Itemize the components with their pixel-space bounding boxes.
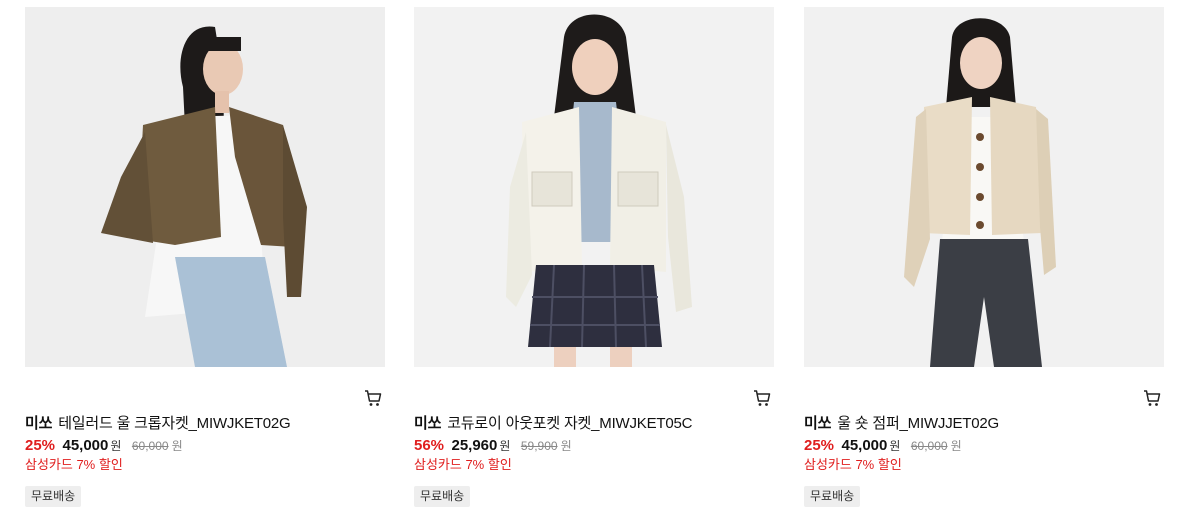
- free-shipping-badge: 무료배송: [25, 486, 82, 507]
- brand-name: 미쏘: [25, 415, 53, 432]
- product-title[interactable]: 미쏘 코듀로이 아웃포켓 자켓_MIWJKET05C: [414, 415, 774, 433]
- free-shipping-badge: 무료배송: [804, 486, 861, 507]
- brand-name: 미쏘: [414, 415, 442, 432]
- original-price-unit: 원: [950, 439, 962, 453]
- original-price: 59,900: [520, 439, 558, 453]
- product-image[interactable]: [804, 7, 1164, 367]
- price-unit: 원: [889, 439, 901, 453]
- price-unit: 원: [110, 439, 122, 453]
- sale-price: 45,000: [841, 437, 888, 454]
- original-price: 60,000: [910, 439, 948, 453]
- discount-rate: 56%: [414, 437, 445, 454]
- product-image[interactable]: [25, 7, 385, 367]
- discount-rate: 25%: [25, 437, 56, 454]
- sale-price: 45,000: [62, 437, 109, 454]
- price-unit: 원: [499, 439, 511, 453]
- card-promo: 삼성카드 7% 할인: [414, 457, 512, 472]
- original-price-unit: 원: [171, 439, 183, 453]
- original-price: 60,000: [131, 439, 169, 453]
- brand-name: 미쏘: [804, 415, 832, 432]
- product-title[interactable]: 미쏘 울 숏 점퍼_MIWJJET02G: [804, 415, 1164, 433]
- price-row: 25% 45,000 원 60,000 원: [804, 437, 1164, 455]
- card-promo: 삼성카드 7% 할인: [25, 457, 123, 472]
- price-row: 25% 45,000 원 60,000 원: [25, 437, 385, 455]
- product-name: 테일러드 울 크롭자켓_MIWJKET02G: [58, 415, 291, 432]
- product-card[interactable]: 미쏘 울 숏 점퍼_MIWJJET02G 25% 45,000 원 60,000 원 …: [804, 7, 1164, 507]
- price-row: 56% 25,960 원 59,900 원: [414, 437, 774, 455]
- product-image[interactable]: [414, 7, 774, 367]
- free-shipping-badge: 무료배송: [414, 486, 471, 507]
- discount-rate: 25%: [804, 437, 835, 454]
- cart-icon[interactable]: [363, 388, 383, 408]
- product-name: 코듀로이 아웃포켓 자켓_MIWJKET05C: [447, 415, 693, 432]
- product-card[interactable]: 미쏘 테일러드 울 크롭자켓_MIWJKET02G 25% 45,000 원 60,…: [25, 7, 385, 507]
- product-title[interactable]: 미쏘 테일러드 울 크롭자켓_MIWJKET02G: [25, 415, 385, 433]
- card-promo: 삼성카드 7% 할인: [804, 457, 902, 472]
- sale-price: 25,960: [451, 437, 498, 454]
- original-price-unit: 원: [560, 439, 572, 453]
- cart-icon[interactable]: [752, 388, 772, 408]
- product-card[interactable]: 미쏘 코듀로이 아웃포켓 자켓_MIWJKET05C 56% 25,960 원 59…: [414, 7, 774, 507]
- cart-icon[interactable]: [1142, 388, 1162, 408]
- product-name: 울 숏 점퍼_MIWJJET02G: [837, 415, 1000, 432]
